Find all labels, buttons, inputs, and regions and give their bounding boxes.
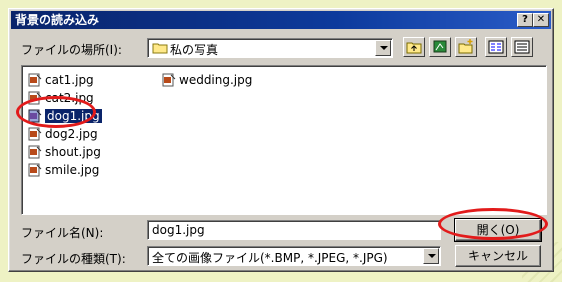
image-file-icon [28,127,42,141]
file-item-cat2[interactable]: cat2.jpg [28,90,94,106]
open-background-dialog: 背景の読み込み ? ✕ ファイルの場所(I): 私の写真 cat1.jpg ca… [8,8,554,272]
location-value: 私の写真 [170,43,219,57]
chevron-down-icon[interactable] [375,40,391,56]
file-name: dog2.jpg [45,127,98,141]
filetype-value: 全ての画像ファイル(*.BMP, *.JPEG, *.JPG) [152,251,388,265]
title-bar[interactable]: 背景の読み込み ? ✕ [11,11,551,29]
desktop-icon [433,40,447,53]
new-folder-icon [458,39,473,54]
dialog-title: 背景の読み込み [15,13,100,27]
file-name: cat2.jpg [45,91,94,105]
close-button[interactable]: ✕ [533,13,549,27]
file-list[interactable]: cat1.jpg cat2.jpg dog1.jpg dog2.jpg shou… [21,65,547,215]
file-item-dog1[interactable]: dog1.jpg [28,108,102,124]
details-view-icon [514,40,530,54]
filename-input[interactable] [148,221,440,239]
file-item-wedding[interactable]: wedding.jpg [162,72,252,88]
file-name: shout.jpg [45,145,101,159]
image-file-icon [28,109,42,123]
new-folder-button[interactable] [455,37,477,57]
filename-field[interactable] [147,220,441,240]
help-button[interactable]: ? [517,13,533,27]
image-file-icon [28,91,42,105]
image-file-icon [162,73,176,87]
file-item-smile[interactable]: smile.jpg [28,162,99,178]
list-view-button[interactable] [485,37,507,57]
desktop-button[interactable] [429,37,451,57]
file-name: cat1.jpg [45,73,94,87]
file-name: wedding.jpg [179,73,253,87]
open-button[interactable]: 開く(O) [454,218,542,242]
cancel-button[interactable]: キャンセル [455,245,541,267]
image-file-icon [28,73,42,87]
image-file-icon [28,145,42,159]
folder-icon [152,43,168,54]
image-file-icon [28,163,42,177]
up-folder-icon [406,42,422,54]
filetype-label: ファイルの種類(T): [21,252,126,266]
filetype-combo[interactable]: 全ての画像ファイル(*.BMP, *.JPEG, *.JPG) [147,246,441,266]
filename-label: ファイル名(N): [21,226,104,240]
list-view-icon [488,40,504,54]
location-label: ファイルの場所(I): [21,43,122,57]
details-view-button[interactable] [511,37,533,57]
file-name: smile.jpg [45,163,100,177]
file-item-shout[interactable]: shout.jpg [28,144,101,160]
file-name: dog1.jpg [45,109,102,123]
location-combo[interactable]: 私の写真 [147,38,393,58]
file-item-cat1[interactable]: cat1.jpg [28,72,94,88]
up-folder-button[interactable] [403,37,425,57]
chevron-down-icon[interactable] [423,248,439,264]
file-item-dog2[interactable]: dog2.jpg [28,126,98,142]
